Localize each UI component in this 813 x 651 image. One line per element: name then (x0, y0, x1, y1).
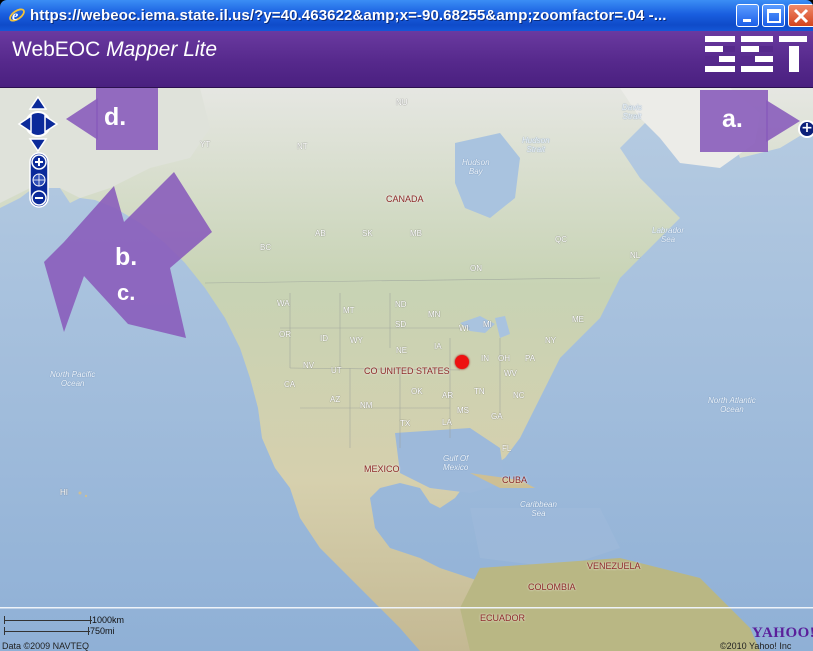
map-label-bc: BC (260, 243, 272, 252)
window-titlebar: e https://webeoc.iema.state.il.us/?y=40.… (0, 0, 813, 31)
scale-mi: 750mi (90, 626, 115, 636)
map-label-on: ON (470, 264, 482, 273)
map-label-gulf-of-mexico: Gulf Of Mexico (443, 454, 469, 472)
callout-d-label: d. (104, 103, 127, 131)
map-label-caribbean: Caribbean Sea (520, 500, 557, 518)
map-view[interactable]: NU YT NT Hudson Bay Hudson Strait Davis … (0, 88, 813, 651)
map-label-north-pacific: North Pacific Ocean (50, 370, 96, 388)
map-label-sd: SD (395, 320, 407, 329)
map-label-north-atlantic: North Atlantic Ocean (708, 396, 756, 414)
pan-up-icon (28, 95, 48, 110)
map-label-united-states: UNITED STATES (380, 366, 450, 376)
map-label-tn: TN (474, 387, 485, 396)
copyright-yahoo: ©2010 Yahoo! Inc (720, 641, 792, 651)
pan-control[interactable] (17, 95, 59, 153)
yahoo-logo[interactable]: YAHOO! (752, 625, 813, 642)
map-label-ok: OK (411, 387, 423, 396)
callout-a-arrow (700, 90, 800, 152)
map-label-in: IN (481, 354, 489, 363)
map-label-colombia: COLOMBIA (528, 582, 576, 592)
close-button[interactable] (788, 4, 813, 27)
map-label-pa: PA (525, 354, 536, 363)
map-label-labrador-sea: Labrador Sea (652, 226, 685, 244)
map-label-nd: ND (395, 300, 407, 309)
map-label-hudson-bay: Hudson Bay (462, 158, 490, 176)
svg-text:e: e (12, 9, 18, 24)
pan-down-icon (28, 138, 48, 153)
map-label-ar: AR (442, 391, 454, 400)
map-label-fl: FL (502, 444, 512, 453)
app-title-prefix: WebEOC (12, 38, 101, 61)
scale-km: 1000km (92, 615, 125, 625)
map-label-wy: WY (350, 336, 363, 345)
map-label-me: ME (572, 315, 584, 324)
minimize-button[interactable] (736, 4, 759, 27)
map-label-hudson-strait: Hudson Strait (522, 136, 550, 154)
map-label-nu: NU (396, 98, 408, 107)
window-title: https://webeoc.iema.state.il.us/?y=40.46… (30, 7, 667, 24)
map-label-wv: WV (504, 369, 517, 378)
ie-icon: e (9, 8, 25, 24)
map-label-ab: AB (315, 229, 326, 238)
map-label-cuba: CUBA (502, 475, 528, 485)
maximize-button[interactable] (762, 4, 785, 27)
map-label-canada: CANADA (386, 194, 424, 204)
map-label-or: OR (279, 330, 291, 339)
scale-bar: 1000km 750mi (0, 608, 813, 651)
copyright-navteq: Data ©2009 NAVTEQ (2, 641, 90, 651)
map-label-id: ID (320, 334, 328, 343)
map-label-mt: MT (343, 306, 355, 315)
map-label-nt: NT (297, 142, 308, 151)
map-label-nl: NL (630, 251, 641, 260)
map-label-wi: WI (459, 324, 469, 333)
map-label-hi: HI (60, 488, 68, 497)
overview-toggle-button[interactable]: + (798, 120, 813, 138)
location-marker[interactable] (455, 355, 469, 369)
map-label-mb: MB (410, 229, 422, 238)
map-label-co: CO (364, 366, 378, 376)
map-label-mi: MI (483, 320, 492, 329)
map-label-ca: CA (284, 380, 296, 389)
callout-b-label: b. (115, 243, 138, 271)
map-label-nm: NM (360, 401, 373, 410)
map-label-tx: TX (400, 419, 411, 428)
callout-a-label: a. (722, 105, 743, 133)
callout-c-label: c. (117, 280, 136, 305)
map-label-venezuela: VENEZUELA (587, 561, 641, 571)
map-label-ne: NE (396, 346, 408, 355)
map-label-sk: SK (362, 229, 373, 238)
map-label-oh: OH (498, 354, 510, 363)
pan-left-icon (17, 114, 32, 134)
map-label-mn: MN (428, 310, 441, 319)
map-label-ga: GA (491, 412, 503, 421)
esi-logo (705, 36, 807, 72)
pan-right-icon (44, 114, 59, 134)
map-label-mexico: MEXICO (364, 464, 400, 474)
app-title-italic: Mapper Lite (106, 38, 218, 61)
map-label-wa: WA (277, 299, 290, 308)
map-label-qc: QC (555, 235, 567, 244)
minimize-icon (743, 19, 751, 22)
map-label-davis-strait: Davis Strait (622, 103, 643, 121)
maximize-icon (767, 9, 781, 23)
map-label-az: AZ (330, 395, 341, 404)
map-label-ny: NY (545, 336, 557, 345)
map-label-la: LA (442, 418, 452, 427)
app-header: WebEOC Mapper Lite (0, 31, 813, 88)
map-label-nv: NV (303, 361, 315, 370)
app-title: WebEOC Mapper Lite (12, 38, 217, 62)
close-icon (793, 8, 809, 24)
map-label-ms: MS (457, 406, 469, 415)
map-label-ia: IA (434, 342, 442, 351)
map-label-yt: YT (200, 140, 211, 149)
map-label-nc: NC (513, 391, 525, 400)
map-label-ut: UT (331, 366, 342, 375)
